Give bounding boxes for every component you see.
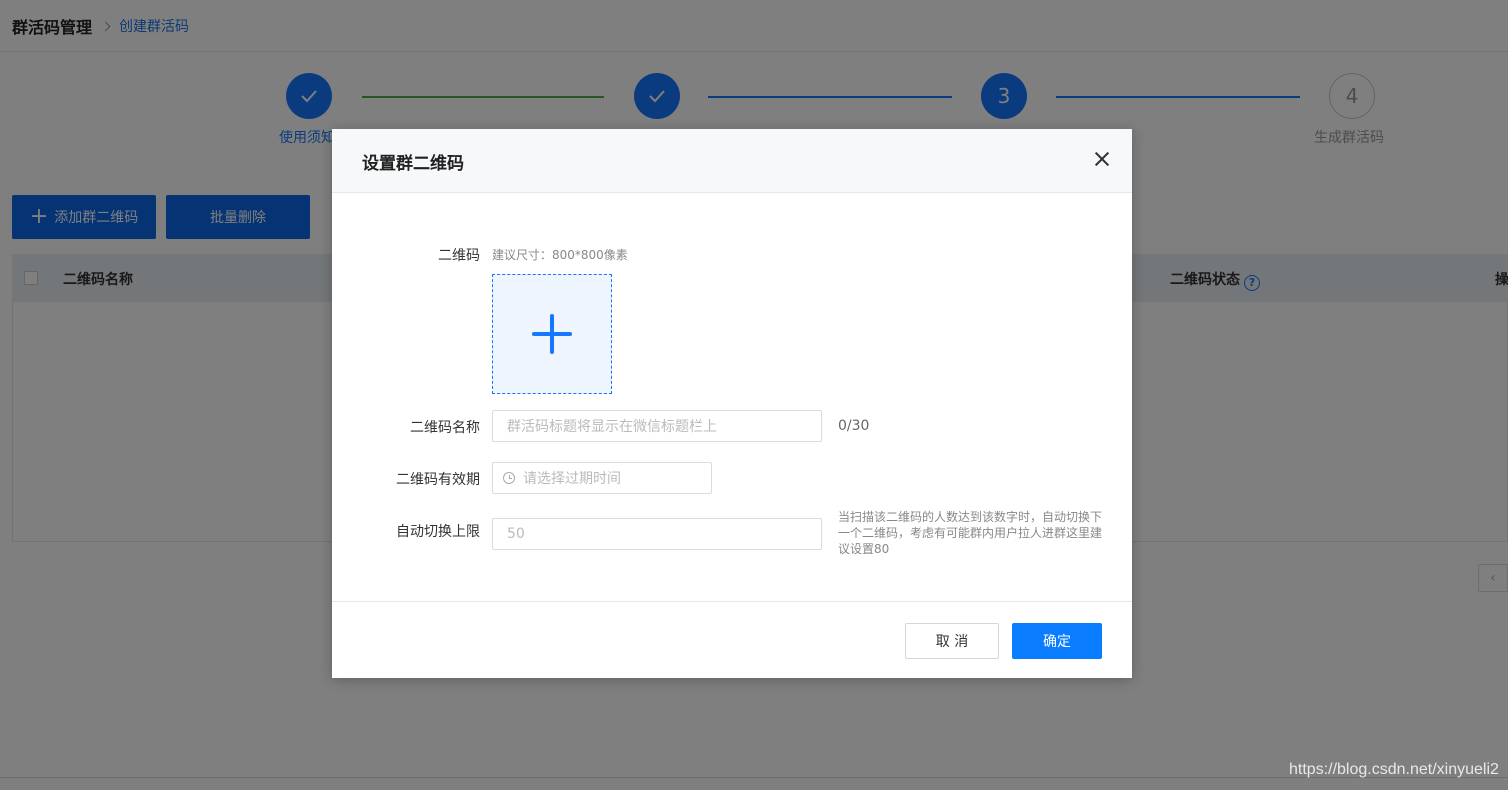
close-icon[interactable] <box>1092 149 1112 169</box>
qr-name-label: 二维码名称 <box>410 420 480 436</box>
qr-upload-button[interactable] <box>492 274 612 394</box>
dialog-header: 设置群二维码 <box>332 129 1132 193</box>
confirm-button[interactable]: 确定 <box>1012 623 1102 659</box>
switch-limit-label: 自动切换上限 <box>396 524 480 540</box>
dialog-title: 设置群二维码 <box>362 154 464 174</box>
watermark: https://blog.csdn.net/xinyueli2 <box>1289 761 1499 778</box>
switch-limit-help: 当扫描该二维码的人数达到该数字时，自动切换下一个二维码，考虑有可能群内用户拉人进… <box>838 510 1103 556</box>
clock-icon <box>503 472 515 484</box>
qr-name-counter: 0/30 <box>838 418 870 434</box>
qr-expiry-picker[interactable]: 请选择过期时间 <box>492 462 712 494</box>
dialog-footer-divider <box>332 601 1132 602</box>
plus-icon <box>532 314 572 354</box>
cancel-button[interactable]: 取 消 <box>905 623 999 659</box>
qr-expiry-label: 二维码有效期 <box>396 472 480 488</box>
set-qr-dialog: 设置群二维码 二维码 建议尺寸：800*800像素 二维码名称 群活码标题将显示… <box>332 129 1132 678</box>
qr-expiry-placeholder: 请选择过期时间 <box>523 471 621 487</box>
switch-limit-input[interactable]: 50 <box>492 518 822 550</box>
qr-size-hint: 建议尺寸：800*800像素 <box>492 248 628 262</box>
qr-label: 二维码 <box>438 248 480 264</box>
qr-name-input[interactable]: 群活码标题将显示在微信标题栏上 <box>492 410 822 442</box>
